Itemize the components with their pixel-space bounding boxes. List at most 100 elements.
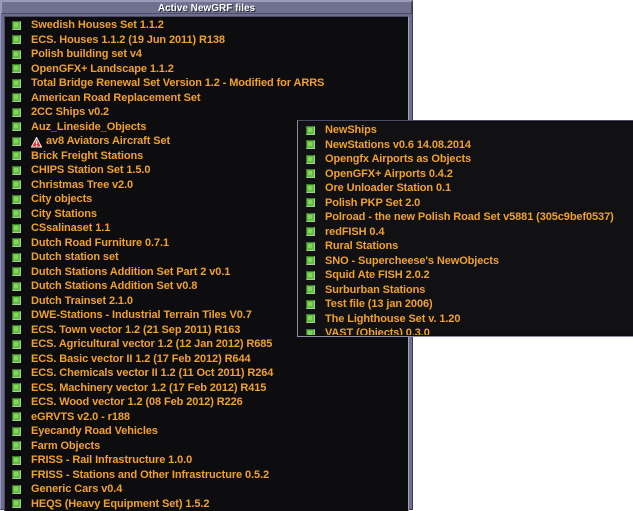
newgrf-item-label: FRISS - Stations and Other Infrastructur… — [31, 469, 269, 481]
checkbox-enabled-icon[interactable] — [306, 227, 315, 236]
checkbox-enabled-icon[interactable] — [12, 267, 21, 276]
newgrf-list-item[interactable]: Swedish Houses Set 1.1.2 — [5, 18, 408, 33]
checkbox-enabled-icon[interactable] — [306, 271, 315, 280]
checkbox-enabled-icon[interactable] — [12, 340, 21, 349]
newgrf-list-item[interactable]: ECS. Basic vector II 1.2 (17 Feb 2012) R… — [5, 352, 408, 367]
checkbox-enabled-icon[interactable] — [12, 369, 21, 378]
newgrf-list-item[interactable]: Total Bridge Renewal Set Version 1.2 - M… — [5, 76, 408, 91]
checkbox-enabled-icon[interactable] — [306, 314, 315, 323]
newgrf-list-item[interactable]: Surburban Stations — [299, 283, 633, 298]
newgrf-list-item[interactable]: Test file (13 jan 2006) — [299, 297, 633, 312]
newgrf-item-label: CSsalinaset 1.1 — [31, 222, 110, 234]
newgrf-list-item[interactable]: OpenGFX+ Landscape 1.1.2 — [5, 62, 408, 77]
checkbox-enabled-icon[interactable] — [306, 140, 315, 149]
newgrf-list-item[interactable]: Eyecandy Road Vehicles — [5, 424, 408, 439]
newgrf-list-item[interactable]: 2CC Ships v0.2 — [5, 105, 408, 120]
newgrf-list-item[interactable]: redFISH 0.4 — [299, 225, 633, 240]
newgrf-list-item[interactable]: HEQS (Heavy Equipment Set) 1.5.2 — [5, 497, 408, 511]
newgrf-list-item[interactable]: SNO - Supercheese's NewObjects — [299, 254, 633, 269]
checkbox-enabled-icon[interactable] — [12, 456, 21, 465]
checkbox-enabled-icon[interactable] — [12, 108, 21, 117]
checkbox-enabled-icon[interactable] — [12, 166, 21, 175]
newgrf-item-label: ECS. Machinery vector 1.2 (17 Feb 2012) … — [31, 382, 266, 394]
newgrf-list-item[interactable]: Polish building set v4 — [5, 47, 408, 62]
checkbox-enabled-icon[interactable] — [306, 329, 315, 335]
checkbox-enabled-icon[interactable] — [12, 50, 21, 59]
newgrf-list-item[interactable]: Generic Cars v0.4 — [5, 482, 408, 497]
checkbox-enabled-icon[interactable] — [12, 412, 21, 421]
checkbox-enabled-icon[interactable] — [306, 242, 315, 251]
newgrf-item-label: Swedish Houses Set 1.1.2 — [31, 19, 164, 31]
newgrf-item-label: ECS. Wood vector 1.2 (08 Feb 2012) R226 — [31, 396, 243, 408]
checkbox-enabled-icon[interactable] — [306, 126, 315, 135]
checkbox-enabled-icon[interactable] — [12, 238, 21, 247]
newgrf-item-label: Dutch Stations Addition Set Part 2 v0.1 — [31, 266, 230, 278]
checkbox-enabled-icon[interactable] — [306, 184, 315, 193]
newgrf-second-list-panel[interactable]: NewShips NewStations v0.6 14.08.2014Openg… — [299, 122, 633, 335]
newgrf-item-label: av8 Aviators Aircraft Set — [46, 135, 170, 147]
newgrf-item-label: NewShips — [325, 124, 377, 136]
newgrf-list-item[interactable]: Polish PKP Set 2.0 — [299, 196, 633, 211]
newgrf-item-label: Opengfx Airports as Objects — [325, 153, 471, 165]
newgrf-list-item[interactable]: FRISS - Stations and Other Infrastructur… — [5, 468, 408, 483]
newgrf-list-item[interactable]: ECS. Houses 1.1.2 (19 Jun 2011) R138 — [5, 33, 408, 48]
newgrf-item-label: ECS. Chemicals vector II 1.2 (11 Oct 201… — [31, 367, 273, 379]
newgrf-list-item[interactable]: ECS. Chemicals vector II 1.2 (11 Oct 201… — [5, 366, 408, 381]
checkbox-enabled-icon[interactable] — [306, 285, 315, 294]
checkbox-enabled-icon[interactable] — [12, 151, 21, 160]
newgrf-item-label: Dutch Trainset 2.1.0 — [31, 295, 133, 307]
checkbox-enabled-icon[interactable] — [12, 35, 21, 44]
newgrf-item-label: Dutch Road Furniture 0.7.1 — [31, 237, 169, 249]
checkbox-enabled-icon[interactable] — [306, 300, 315, 309]
newgrf-list-item[interactable]: Ore Unloader Station 0.1 — [299, 181, 633, 196]
checkbox-enabled-icon[interactable] — [12, 253, 21, 262]
newgrf-list-item[interactable]: Polroad - the new Polish Road Set v5881 … — [299, 210, 633, 225]
checkbox-enabled-icon[interactable] — [12, 64, 21, 73]
checkbox-enabled-icon[interactable] — [12, 137, 21, 146]
checkbox-enabled-icon[interactable] — [12, 224, 21, 233]
newgrf-list-item[interactable]: ECS. Wood vector 1.2 (08 Feb 2012) R226 — [5, 395, 408, 410]
newgrf-list-item[interactable]: NewShips — [299, 123, 633, 138]
checkbox-enabled-icon[interactable] — [12, 398, 21, 407]
checkbox-enabled-icon[interactable] — [12, 79, 21, 88]
checkbox-enabled-icon[interactable] — [306, 198, 315, 207]
newgrf-list-item[interactable]: ECS. Agricultural vector 1.2 (12 Jan 201… — [5, 337, 408, 352]
newgrf-item-label: Polroad - the new Polish Road Set v5881 … — [325, 211, 614, 223]
checkbox-enabled-icon[interactable] — [12, 209, 21, 218]
checkbox-enabled-icon[interactable] — [12, 354, 21, 363]
checkbox-enabled-icon[interactable] — [12, 383, 21, 392]
checkbox-enabled-icon[interactable] — [12, 441, 21, 450]
checkbox-enabled-icon[interactable] — [306, 169, 315, 178]
checkbox-enabled-icon[interactable] — [12, 296, 21, 305]
newgrf-list-item[interactable]: Rural Stations — [299, 239, 633, 254]
checkbox-enabled-icon[interactable] — [12, 93, 21, 102]
newgrf-list-item[interactable]: American Road Replacement Set — [5, 91, 408, 106]
newgrf-item-label: ECS. Agricultural vector 1.2 (12 Jan 201… — [31, 338, 272, 350]
checkbox-enabled-icon[interactable] — [306, 213, 315, 222]
newgrf-item-label: OpenGFX+ Airports 0.4.2 — [325, 168, 453, 180]
checkbox-enabled-icon[interactable] — [12, 195, 21, 204]
checkbox-enabled-icon[interactable] — [306, 155, 315, 164]
newgrf-list-item[interactable]: The Lighthouse Set v. 1.20 — [299, 312, 633, 327]
newgrf-list-item[interactable]: NewStations v0.6 14.08.2014 — [299, 138, 633, 153]
checkbox-enabled-icon[interactable] — [12, 180, 21, 189]
checkbox-enabled-icon[interactable] — [12, 311, 21, 320]
newgrf-list-item[interactable]: Squid Ate FISH 2.0.2 — [299, 268, 633, 283]
newgrf-list-item[interactable]: eGRVTS v2.0 - r188 — [5, 410, 408, 425]
checkbox-enabled-icon[interactable] — [12, 499, 21, 508]
newgrf-list-item[interactable]: VAST (Objects) 0.3.0 — [299, 326, 633, 335]
newgrf-list-item[interactable]: Opengfx Airports as Objects — [299, 152, 633, 167]
checkbox-enabled-icon[interactable] — [306, 256, 315, 265]
checkbox-enabled-icon[interactable] — [12, 325, 21, 334]
newgrf-list-item[interactable]: FRISS - Rail Infrastructure 1.0.0 — [5, 453, 408, 468]
window-titlebar[interactable]: Active NewGRF files — [1, 1, 412, 14]
newgrf-list-item[interactable]: OpenGFX+ Airports 0.4.2 — [299, 167, 633, 182]
checkbox-enabled-icon[interactable] — [12, 21, 21, 30]
checkbox-enabled-icon[interactable] — [12, 427, 21, 436]
checkbox-enabled-icon[interactable] — [12, 485, 21, 494]
newgrf-list-item[interactable]: Farm Objects — [5, 439, 408, 454]
checkbox-enabled-icon[interactable] — [12, 282, 21, 291]
newgrf-list-item[interactable]: ECS. Machinery vector 1.2 (17 Feb 2012) … — [5, 381, 408, 396]
checkbox-enabled-icon[interactable] — [12, 470, 21, 479]
checkbox-enabled-icon[interactable] — [12, 122, 21, 131]
